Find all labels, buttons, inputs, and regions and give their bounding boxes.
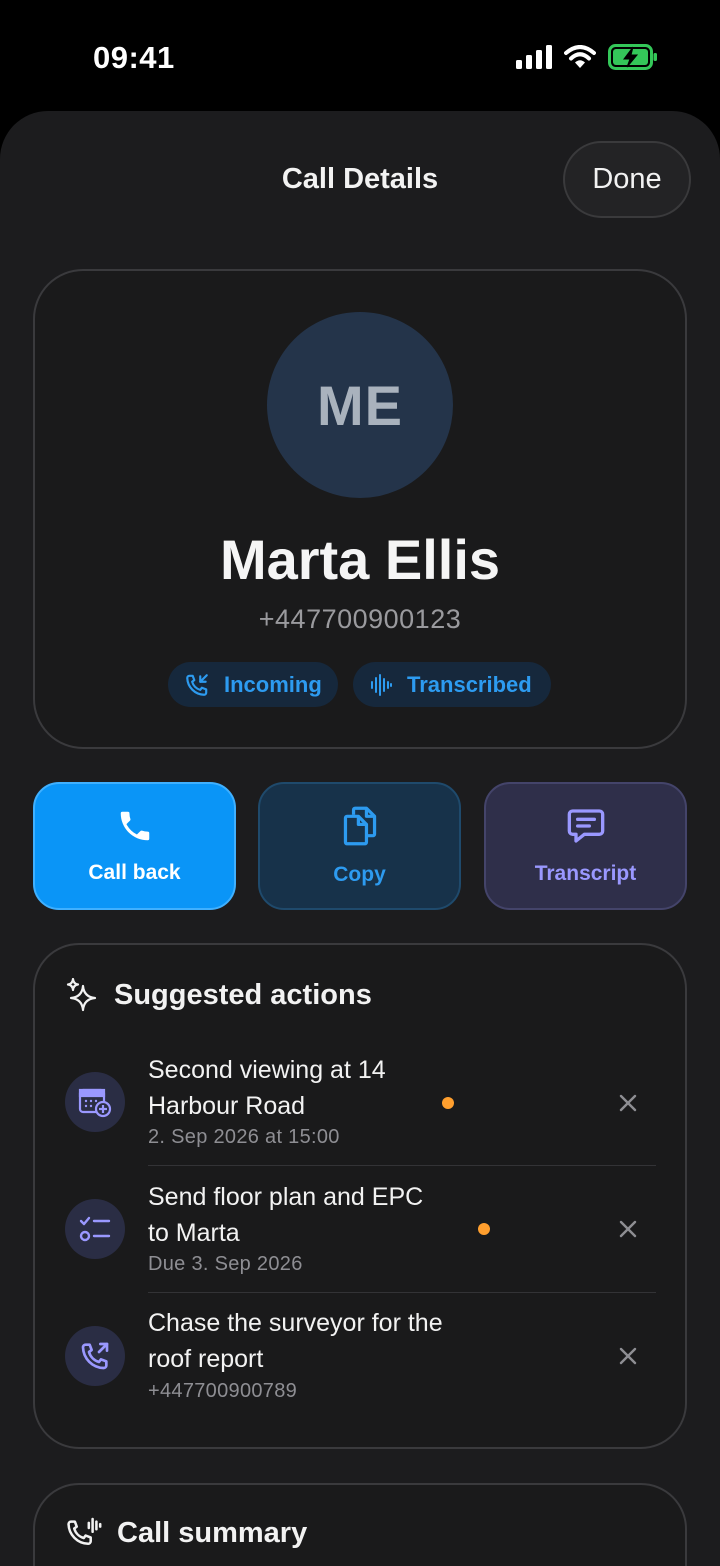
suggestion-1-line2: Harbour Road (148, 1092, 306, 1120)
incoming-call-icon (186, 673, 208, 696)
battery-charging-icon (608, 44, 657, 70)
close-icon (619, 1347, 637, 1365)
transcript-label: Transcript (534, 862, 637, 885)
status-time: 09:41 (93, 40, 175, 75)
copy-button[interactable]: Copy (258, 782, 461, 910)
wifi-icon (564, 45, 596, 68)
incoming-badge-label: Incoming (224, 671, 322, 697)
avatar: ME (267, 312, 453, 498)
suggestion-1-title[interactable]: Second viewing at 14 Harbour Road (148, 1052, 508, 1124)
suggestion-2-title[interactable]: Send floor plan and EPC to Marta (148, 1179, 508, 1251)
call-transcript-icon (67, 1517, 102, 1546)
phone-icon (120, 811, 149, 841)
contact-phone: +447700900123 (258, 604, 462, 634)
dismiss-suggestion-2-button[interactable] (612, 1213, 644, 1245)
call-back-button[interactable]: Call back (33, 782, 236, 910)
dismiss-suggestion-1-button[interactable] (612, 1087, 644, 1119)
divider (148, 1292, 656, 1293)
signal-icon (516, 45, 552, 69)
chat-bubble-icon (567, 809, 604, 843)
avatar-initials: ME (317, 373, 403, 437)
status-icons (516, 44, 658, 70)
transcribed-badge-label: Transcribed (407, 671, 532, 697)
outgoing-call-icon (65, 1326, 125, 1386)
contact-name: Marta Ellis (219, 528, 501, 591)
checklist-icon (65, 1199, 125, 1259)
close-icon (619, 1094, 637, 1112)
suggestion-2-subtitle: Due 3. Sep 2026 (148, 1253, 303, 1275)
call-summary-title: Call summary (117, 1517, 308, 1549)
suggestion-1-subtitle: 2. Sep 2026 at 15:00 (148, 1126, 340, 1148)
suggestion-1-line1: Second viewing at 14 (148, 1056, 386, 1084)
suggestion-3-line2: roof report (148, 1345, 264, 1373)
sparkles-icon (66, 978, 97, 1012)
divider (148, 1165, 656, 1166)
dismiss-suggestion-3-button[interactable] (612, 1340, 644, 1372)
suggestion-3-subtitle: +447700900789 (148, 1380, 298, 1402)
copy-label: Copy (333, 863, 386, 886)
suggestion-2-line1: Send floor plan and EPC (148, 1183, 424, 1211)
suggestion-3-line1: Chase the surveyor for the (148, 1309, 443, 1337)
transcribed-badge: Transcribed (353, 662, 551, 707)
call-back-label: Call back (88, 861, 181, 884)
transcript-button[interactable]: Transcript (484, 782, 687, 910)
status-bar: 09:41 (0, 0, 720, 110)
done-button[interactable]: Done (563, 141, 691, 218)
suggestion-2-line2: to Marta (148, 1219, 240, 1247)
suggestion-3-title[interactable]: Chase the surveyor for the roof report (148, 1305, 508, 1377)
close-icon (619, 1220, 637, 1238)
calendar-add-icon (65, 1072, 125, 1132)
incoming-badge: Incoming (168, 662, 338, 707)
unread-dot (442, 1097, 454, 1109)
copy-icon (343, 806, 376, 846)
waveform-icon (371, 673, 392, 696)
unread-dot (478, 1223, 490, 1235)
suggested-actions-title: Suggested actions (114, 979, 372, 1011)
